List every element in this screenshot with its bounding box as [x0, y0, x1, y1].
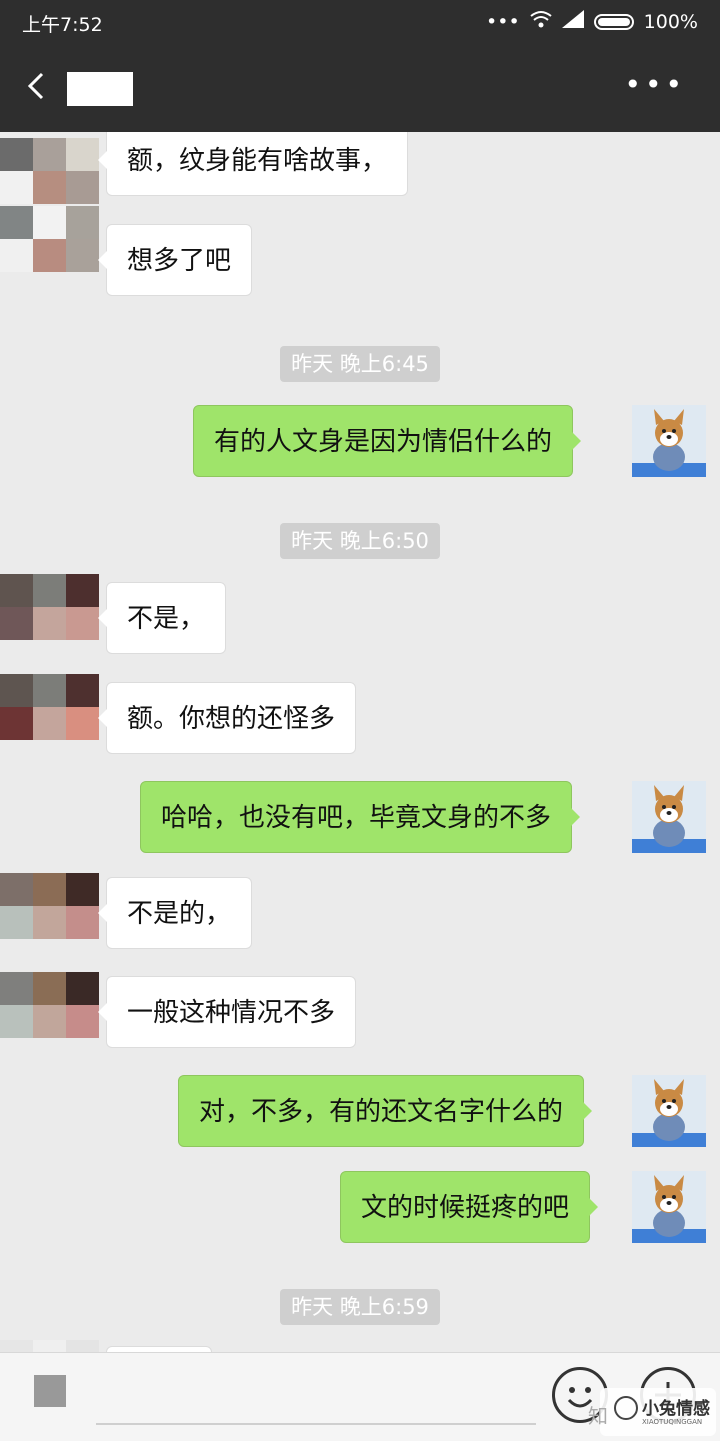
- message-bubble[interactable]: 一般这种情况不多: [97, 976, 357, 1048]
- message-bubble[interactable]: 额，纹身能有啥故事，: [97, 132, 409, 196]
- battery-icon: [593, 13, 634, 30]
- status-bar: 上午7:52 ••• 100%: [0, 0, 720, 44]
- message-bubble[interactable]: 额。你想的还怪多: [97, 682, 357, 754]
- avatar[interactable]: [0, 206, 100, 272]
- avatar[interactable]: [0, 873, 100, 939]
- status-icons: ••• 100%: [486, 10, 698, 33]
- avatar[interactable]: [0, 1340, 100, 1352]
- voice-input-icon[interactable]: [34, 1375, 66, 1407]
- message-bubble[interactable]: 哈哈，也没有吧，毕竟文身的不多: [140, 781, 581, 853]
- message-bubble[interactable]: 不是的，: [97, 877, 253, 949]
- avatar[interactable]: [0, 574, 100, 640]
- signal-icon: [561, 10, 584, 33]
- back-arrow-icon[interactable]: [22, 66, 62, 106]
- message-input[interactable]: [96, 1423, 536, 1425]
- watermark-prefix: 知: [588, 1404, 608, 1428]
- message-bubble[interactable]: 有的人文身是因为情侣什么的: [193, 405, 582, 477]
- avatar-dog[interactable]: [632, 1171, 706, 1243]
- timestamp: 昨天 晚上6:50: [280, 523, 440, 559]
- more-options-icon[interactable]: •••: [624, 71, 686, 99]
- avatar-dog[interactable]: [632, 405, 706, 477]
- contact-name-redacted: [67, 72, 133, 106]
- avatar[interactable]: [0, 138, 100, 204]
- watermark-sub: XIAOTUQINGGAN: [642, 1418, 703, 1426]
- avatar[interactable]: [0, 972, 100, 1038]
- watermark-logo: 知 小兔情感 XIAOTUQINGGAN: [588, 1388, 716, 1436]
- avatar-dog[interactable]: [632, 1075, 706, 1147]
- timestamp: 昨天 晚上6:59: [280, 1289, 440, 1325]
- message-bubble[interactable]: 文的时候挺疼的吧: [340, 1171, 599, 1243]
- message-bubble[interactable]: 对，不多，有的还文名字什么的: [178, 1075, 593, 1147]
- timestamp: 昨天 晚上6:45: [280, 346, 440, 382]
- message-bubble[interactable]: 想多了吧: [97, 224, 253, 296]
- avatar-dog[interactable]: [632, 781, 706, 853]
- watermark-text: 小兔情感: [642, 1399, 710, 1419]
- notification-dots-icon: •••: [486, 10, 520, 33]
- chat-header: •••: [0, 44, 720, 132]
- message-bubble[interactable]: 不是，: [97, 582, 227, 654]
- chat-messages[interactable]: 额，纹身能有啥故事， 想多了吧 昨天 晚上6:45 有的人文身是因为情侣什么的 …: [0, 132, 720, 1352]
- battery-level: 100%: [643, 10, 698, 33]
- avatar[interactable]: [0, 674, 100, 740]
- status-time: 上午7:52: [22, 14, 103, 36]
- wifi-icon: [530, 10, 552, 33]
- rabbit-logo-icon: [614, 1396, 638, 1420]
